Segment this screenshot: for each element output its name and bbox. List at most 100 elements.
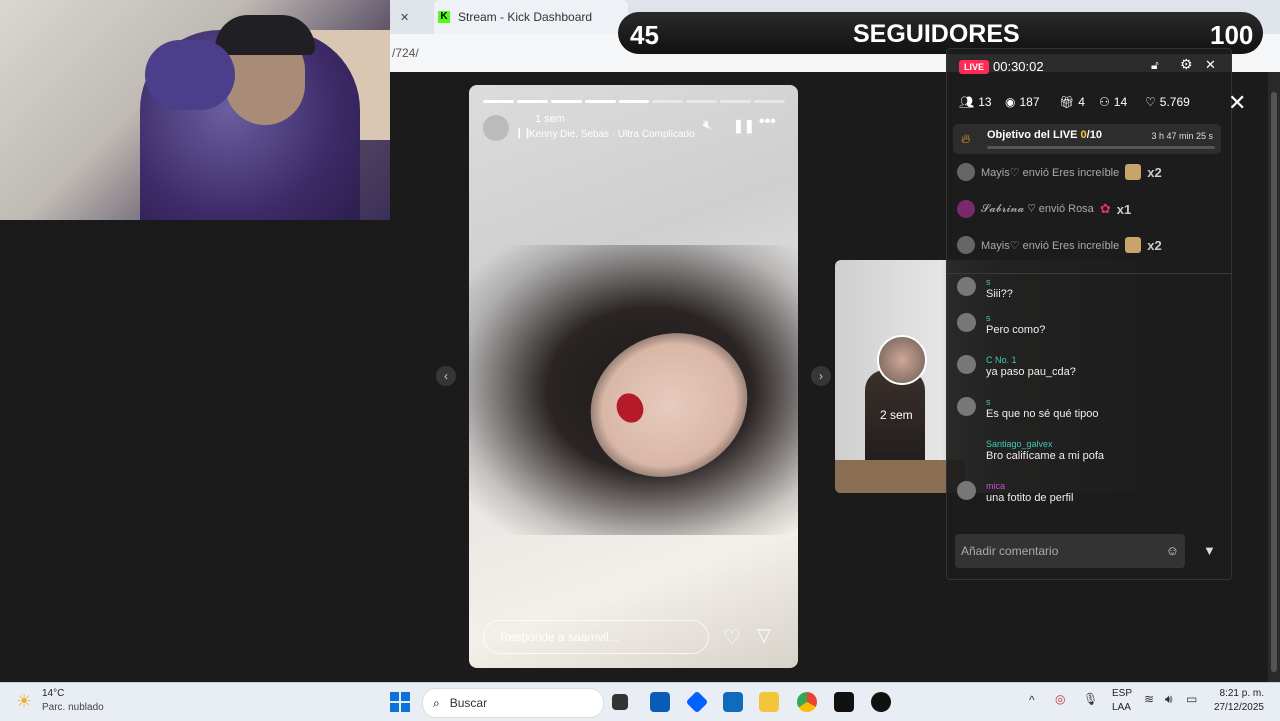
clock-time[interactable]: 8:21 p. m. xyxy=(1220,688,1264,699)
follows-count: 14 xyxy=(1113,95,1128,109)
progress-segment xyxy=(550,100,582,103)
story-reply-input[interactable]: Responde a saamvil... xyxy=(483,620,709,654)
goal-fire-icon: 🔥︎ xyxy=(961,131,971,146)
address-text: /724/ xyxy=(392,46,419,60)
dropbox-icon[interactable] xyxy=(685,690,709,714)
eye-icon: ◉ xyxy=(1005,95,1016,109)
chat-text: ya paso pau_cda? xyxy=(986,366,1076,378)
emoji-icon[interactable]: ☺ xyxy=(1166,543,1179,558)
settings-icon[interactable]: ⚙ xyxy=(1180,56,1193,73)
panel-close-icon[interactable]: ✕ xyxy=(1205,57,1216,73)
raised-hand xyxy=(145,40,235,110)
outlook-icon[interactable] xyxy=(723,692,743,712)
story-time: 1 sem xyxy=(535,113,565,125)
lock-icon[interactable]: 🔓︎ xyxy=(1151,58,1159,73)
goal-label: Objetivo del LIVE 0/10 xyxy=(987,129,1102,141)
weather-desc[interactable]: Parc. nublado xyxy=(42,702,104,713)
chat-message: s Siii?? xyxy=(957,277,1013,300)
live-goal[interactable]: 🔥︎ Objetivo del LIVE 0/10 3 h 47 min 25 … xyxy=(953,124,1221,154)
viewers-icon: 👥︎ xyxy=(959,95,975,109)
chat-username: Santiago_galvex xyxy=(986,439,1053,449)
chat-avatar xyxy=(957,397,976,416)
language-layout[interactable]: LAA xyxy=(1112,702,1131,713)
close-viewer-icon[interactable]: ✕ xyxy=(1228,90,1246,116)
share-icon[interactable]: ▽ xyxy=(757,625,771,646)
chat-avatar xyxy=(957,313,976,332)
feed-divider xyxy=(947,273,1231,274)
chat-username: s xyxy=(986,313,991,323)
volume-icon[interactable]: 🔊︎ xyxy=(1165,692,1173,707)
viewers-stat: 👥︎ 13 xyxy=(959,95,992,109)
prev-story-arrow[interactable]: ‹ xyxy=(436,366,456,386)
gift-row: Mayis♡ envió Eres increíble x2 xyxy=(957,162,1162,182)
progress-segment xyxy=(483,100,514,103)
gift-multiplier: x2 xyxy=(1147,237,1162,253)
chat-username: mica xyxy=(986,481,1006,491)
next-story-arrow[interactable]: › xyxy=(811,366,831,386)
battery-icon[interactable]: ▭ xyxy=(1186,692,1197,706)
chat-message: Santiago_galvex Bro califícame a mi pofa xyxy=(957,439,1104,462)
more-options-icon[interactable]: ••• xyxy=(759,113,776,131)
tab-kick-dashboard[interactable]: K Stream - Kick Dashboard ✕ xyxy=(434,0,640,34)
store-icon[interactable] xyxy=(650,692,670,712)
scrollbar-thumb[interactable] xyxy=(1271,92,1277,672)
story-avatar[interactable] xyxy=(483,115,509,141)
tray-chevron-icon[interactable]: ^ xyxy=(1029,693,1035,707)
followers-goal: 100 xyxy=(1210,20,1254,50)
live-studio-panel: LIVE 00:30:02 🔓︎ ⚙ ✕ 👥︎ 13 ◉ 187 🎁︎ 4 ⚇ 14 ♡… xyxy=(946,48,1232,580)
windows-taskbar: ☀ 14°C Parc. nublado ⌕ Buscar ^ ◎ 🎙︎ ESP… xyxy=(0,682,1280,721)
live-timer: 00:30:02 xyxy=(993,59,1044,74)
tray-app-icon[interactable]: ◎ xyxy=(1055,692,1065,706)
chat-text: Bro califícame a mi pofa xyxy=(986,450,1104,462)
gift-row: Mayis♡ envió Eres increíble x2 xyxy=(957,235,1162,255)
goal-progress-bar xyxy=(987,146,1215,149)
tab-close-icon[interactable]: ✕ xyxy=(400,11,409,24)
progress-segment xyxy=(516,100,548,103)
gift-item-icon xyxy=(1125,164,1142,180)
gifts-stat: 🎁︎ 4 xyxy=(1059,95,1085,109)
tab-title: Stream - Kick Dashboard xyxy=(458,10,593,24)
progress-segment xyxy=(720,100,752,103)
goal-remaining: 3 h 47 min 25 s xyxy=(1151,131,1213,141)
progress-segment xyxy=(754,100,785,103)
windows-start-icon[interactable] xyxy=(390,692,410,712)
gift-text: Mayis♡ envió Eres increíble xyxy=(981,166,1120,179)
like-heart-icon[interactable]: ♡ xyxy=(723,625,741,650)
search-icon: ⌕ xyxy=(433,695,440,710)
progress-segment xyxy=(686,100,718,103)
webcam-overlay xyxy=(0,0,390,220)
tiktok-live-studio-icon[interactable] xyxy=(871,692,891,712)
file-explorer-icon[interactable] xyxy=(759,692,779,712)
wifi-icon[interactable]: ≋ xyxy=(1144,692,1154,706)
gift-user-avatar xyxy=(957,200,975,218)
language-code[interactable]: ESP xyxy=(1112,688,1132,699)
scrollbar[interactable] xyxy=(1268,72,1280,682)
gift-icon: 🎁︎ xyxy=(1059,95,1075,109)
task-view-icon[interactable] xyxy=(612,694,628,710)
chat-username: s xyxy=(986,397,991,407)
chat-message: mica una fotito de perfil xyxy=(957,481,1073,504)
chat-avatar xyxy=(957,355,976,374)
filter-icon[interactable]: ▼ xyxy=(1203,543,1216,558)
pause-icon[interactable]: ❚❚ xyxy=(733,118,755,134)
microphone-icon[interactable]: 🎙︎ xyxy=(1083,692,1098,706)
tiktok-icon[interactable] xyxy=(834,692,854,712)
progress-segment xyxy=(584,100,616,103)
chat-username: C No. 1 xyxy=(986,355,1017,365)
story-viewer[interactable]: 1 sem ❙❙ Kenny Die, Sebas · Ultra Compli… xyxy=(469,85,798,668)
mute-icon[interactable]: 🔇︎ xyxy=(703,117,712,133)
streamer-cap xyxy=(215,15,315,55)
weather-icon[interactable]: ☀ xyxy=(16,691,32,712)
comment-input[interactable]: Añadir comentario ☺ xyxy=(955,534,1185,568)
followers-label: SEGUIDORES xyxy=(853,20,1020,48)
browser-tab[interactable]: ✕ xyxy=(400,0,432,34)
chat-text: una fotito de perfil xyxy=(986,492,1074,504)
taskbar-search[interactable]: ⌕ Buscar xyxy=(422,688,604,718)
comment-placeholder: Añadir comentario xyxy=(961,544,1059,558)
progress-segment xyxy=(652,100,684,103)
chrome-icon[interactable] xyxy=(797,692,817,712)
follows-stat: ⚇ 14 xyxy=(1099,95,1127,109)
clock-date[interactable]: 27/12/2025 xyxy=(1214,702,1264,713)
views-count: 187 xyxy=(1019,95,1040,109)
weather-temp[interactable]: 14°C xyxy=(42,688,64,699)
